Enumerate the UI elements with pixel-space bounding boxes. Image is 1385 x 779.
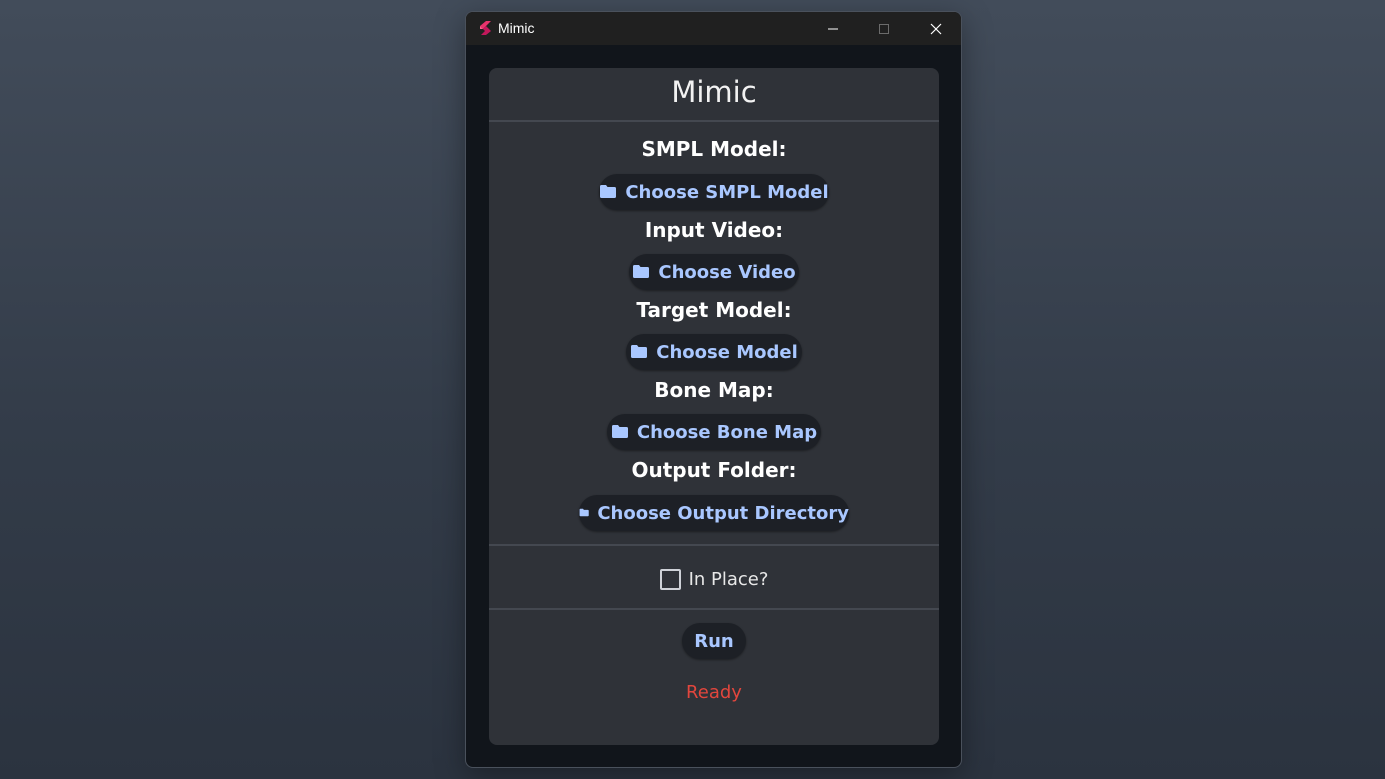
choose-model-label: Choose Model — [656, 341, 798, 363]
divider — [489, 544, 939, 546]
divider — [489, 120, 939, 122]
folder-icon — [611, 424, 628, 438]
in-place-checkbox[interactable] — [659, 568, 681, 590]
smpl-model-label: SMPL Model: — [641, 137, 787, 161]
page-title: Mimic — [671, 75, 757, 109]
in-place-option: In Place? — [489, 565, 939, 593]
close-icon — [930, 23, 942, 34]
folder-icon — [631, 344, 648, 358]
choose-output-directory-label: Choose Output Directory — [597, 502, 849, 524]
divider — [489, 608, 939, 610]
minimize-button[interactable] — [809, 12, 857, 45]
choose-video-label: Choose Video — [658, 261, 796, 283]
minimize-icon — [828, 28, 838, 29]
app-window: Mimic Mimic SMPL Model: Choose SMPL Mode… — [465, 11, 962, 768]
bone-map-label: Bone Map: — [654, 378, 774, 402]
choose-video-button[interactable]: Choose Video — [629, 254, 799, 290]
folder-icon — [600, 184, 617, 198]
output-folder-label: Output Folder: — [631, 458, 797, 482]
choose-model-button[interactable]: Choose Model — [626, 334, 802, 370]
choose-output-directory-button[interactable]: Choose Output Directory — [579, 495, 849, 531]
folder-icon — [633, 264, 650, 278]
choose-smpl-model-label: Choose SMPL Model — [625, 181, 829, 203]
choose-smpl-model-button[interactable]: Choose SMPL Model — [599, 174, 829, 210]
input-video-label: Input Video: — [644, 218, 784, 242]
choose-bone-map-label: Choose Bone Map — [636, 421, 818, 443]
maximize-icon — [879, 23, 889, 34]
window-title: Mimic — [498, 20, 535, 36]
status-text: Ready — [686, 682, 742, 703]
title-bar[interactable]: Mimic — [466, 12, 961, 45]
maximize-button[interactable] — [860, 12, 908, 45]
main-panel: Mimic SMPL Model: Choose SMPL Model Inpu… — [489, 68, 939, 745]
folder-icon — [579, 508, 589, 516]
target-model-label: Target Model: — [636, 298, 792, 322]
in-place-label[interactable]: In Place? — [689, 569, 769, 590]
close-button[interactable] — [912, 12, 960, 45]
choose-bone-map-button[interactable]: Choose Bone Map — [607, 414, 821, 450]
run-button[interactable]: Run — [682, 623, 746, 659]
flutter-logo-icon — [480, 21, 491, 35]
